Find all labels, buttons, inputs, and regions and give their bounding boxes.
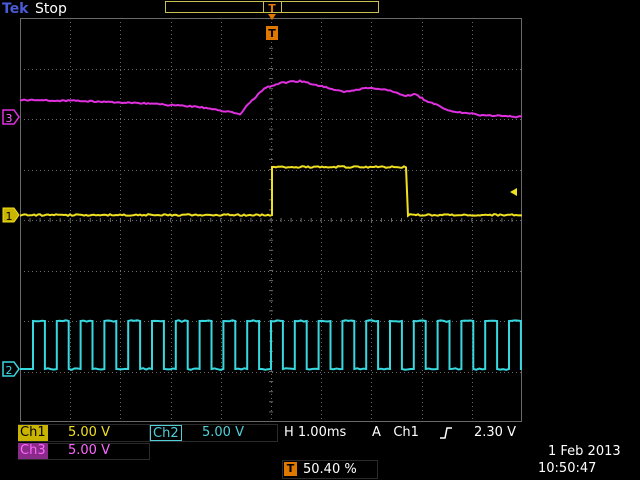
ch2-label[interactable]: Ch2	[150, 425, 182, 441]
ch3-ground-marker[interactable]: 3	[2, 108, 20, 126]
ch1-label[interactable]: Ch1	[18, 425, 48, 441]
brand-logo: Tek	[2, 0, 29, 18]
acquisition-state[interactable]: Stop	[35, 0, 67, 18]
trigger-level[interactable]: 2.30 V	[474, 425, 516, 441]
trigger-position-marker[interactable]: T T	[264, 0, 280, 42]
ch2-marker-label: 2	[6, 364, 13, 377]
date-display: 1 Feb 2013	[548, 444, 621, 460]
trigger-mode: A	[372, 425, 381, 440]
ch2-ground-marker[interactable]: 2	[2, 360, 20, 378]
ch1-marker-label: 1	[6, 210, 13, 223]
trigger-position-icon: T	[284, 462, 297, 476]
ch3-marker-label: 3	[6, 112, 13, 125]
rising-edge-icon	[439, 425, 453, 441]
ch3-label[interactable]: Ch3	[18, 443, 48, 459]
trigger-source-channel: Ch1	[393, 425, 419, 440]
time-display: 10:50:47	[538, 461, 596, 477]
ch1-waveform	[20, 166, 522, 216]
trigger-source[interactable]: A Ch1	[372, 425, 419, 441]
record-window-right-edge	[281, 2, 282, 12]
ch1-scale: 5.00 V	[68, 425, 110, 441]
status-bar: Tek Stop	[0, 0, 640, 18]
trigger-position-value: 50.40 %	[303, 462, 357, 478]
ch3-scale: 5.00 V	[68, 443, 110, 459]
horizontal-timebase[interactable]: H 1.00ms	[284, 425, 346, 441]
ch2-waveform	[20, 320, 522, 370]
trigger-level-arrow-icon[interactable]	[510, 188, 517, 196]
trigger-top-label: T	[268, 2, 276, 15]
ch2-scale: 5.00 V	[202, 425, 244, 441]
trigger-marker-label: T	[268, 27, 276, 40]
ch1-ground-marker[interactable]: 1	[2, 206, 20, 224]
waveform-display	[20, 18, 522, 422]
